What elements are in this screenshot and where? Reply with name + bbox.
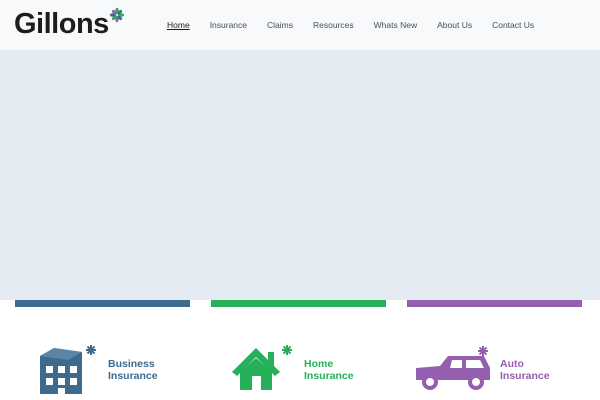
auto-title-line2: Insurance <box>500 370 550 382</box>
house-icon <box>232 345 292 390</box>
home-title-line1: Home <box>304 358 334 370</box>
business-insurance-card[interactable]: Business Insurance <box>36 338 186 394</box>
home-insurance-card[interactable]: Home Insurance <box>230 338 380 394</box>
logo-text: Gillons <box>14 8 109 40</box>
auto-accent-bar <box>407 300 582 307</box>
nav-whats-new[interactable]: Whats New <box>364 0 427 50</box>
nav-contact-us[interactable]: Contact Us <box>482 0 544 50</box>
business-title-line2: Insurance <box>108 370 158 382</box>
site-header: Gillons Home Insurance Claims Resources … <box>0 0 600 50</box>
nav-about-us[interactable]: About Us <box>427 0 482 50</box>
nav-resources[interactable]: Resources <box>303 0 364 50</box>
nav-claims[interactable]: Claims <box>257 0 303 50</box>
car-icon <box>416 346 490 390</box>
nav-insurance[interactable]: Insurance <box>200 0 257 50</box>
nav-home[interactable]: Home <box>157 0 200 50</box>
business-accent-bar <box>15 300 190 307</box>
logo[interactable]: Gillons <box>14 6 125 42</box>
building-icon <box>40 345 96 394</box>
auto-title-line1: Auto <box>500 358 524 370</box>
home-accent-bar <box>211 300 386 307</box>
asterisk-logo-icon <box>109 7 124 23</box>
auto-insurance-card[interactable]: Auto Insurance <box>414 338 584 394</box>
hero-banner <box>0 50 600 300</box>
home-title-line2: Insurance <box>304 370 354 382</box>
business-title-line1: Business <box>108 358 155 370</box>
main-nav: Home Insurance Claims Resources Whats Ne… <box>157 0 544 50</box>
